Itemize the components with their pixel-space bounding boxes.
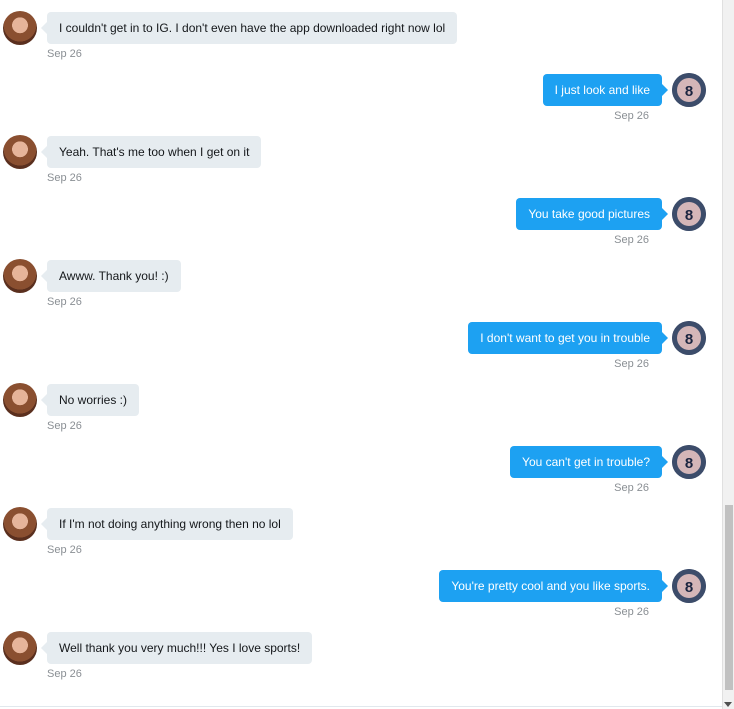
contact-avatar-icon[interactable]: [3, 135, 37, 169]
contact-avatar-icon[interactable]: [3, 631, 37, 665]
vertical-scrollbar[interactable]: [722, 0, 734, 709]
message-bubble[interactable]: I just look and like: [542, 74, 669, 106]
user-avatar-icon[interactable]: 8: [672, 197, 706, 231]
message-bubble[interactable]: If I'm not doing anything wrong then no …: [41, 508, 293, 540]
message-timestamp: Sep 26: [614, 110, 649, 122]
message-bubble[interactable]: No worries :): [40, 384, 140, 416]
message-bubble[interactable]: Awww. Thank you! :): [41, 260, 181, 292]
divider: [0, 706, 722, 707]
user-avatar-icon[interactable]: 8: [672, 569, 706, 603]
message-timestamp: Sep 26: [614, 358, 649, 370]
message-timestamp: Sep 26: [47, 296, 82, 308]
svg-text:8: 8: [685, 455, 693, 472]
message-timestamp: Sep 26: [47, 420, 82, 432]
message-timestamp: Sep 26: [47, 172, 82, 184]
message-timestamp: Sep 26: [47, 48, 82, 60]
message-bubble[interactable]: You're pretty cool and you like sports.: [439, 570, 668, 602]
message-bubble[interactable]: You can't get in trouble?: [510, 446, 668, 478]
user-avatar-icon[interactable]: 8: [672, 73, 706, 107]
svg-text:8: 8: [685, 579, 693, 596]
message-bubble[interactable]: Yeah. That's me too when I get on it: [40, 136, 262, 168]
svg-text:8: 8: [685, 331, 693, 348]
scroll-down-arrow-icon[interactable]: [724, 702, 732, 707]
svg-text:8: 8: [685, 83, 693, 100]
message-bubble[interactable]: I don't want to get you in trouble: [468, 322, 668, 354]
contact-avatar-icon[interactable]: [3, 259, 37, 293]
scrollbar-thumb[interactable]: [725, 505, 733, 690]
message-timestamp: Sep 26: [47, 544, 82, 556]
contact-avatar-icon[interactable]: [3, 383, 37, 417]
contact-avatar-icon[interactable]: [3, 507, 37, 541]
message-bubble[interactable]: I couldn't get in to IG. I don't even ha…: [40, 12, 458, 44]
message-timestamp: Sep 26: [614, 482, 649, 494]
message-timestamp: Sep 26: [614, 606, 649, 618]
contact-avatar-icon[interactable]: [3, 11, 37, 45]
message-timestamp: Sep 26: [47, 668, 82, 680]
user-avatar-icon[interactable]: 8: [672, 321, 706, 355]
message-bubble[interactable]: Well thank you very much!!! Yes I love s…: [40, 632, 313, 664]
user-avatar-icon[interactable]: 8: [672, 445, 706, 479]
message-timestamp: Sep 26: [614, 234, 649, 246]
message-thread: I couldn't get in to IG. I don't even ha…: [0, 0, 722, 709]
message-bubble[interactable]: You take good pictures: [516, 198, 668, 230]
svg-text:8: 8: [685, 207, 693, 224]
